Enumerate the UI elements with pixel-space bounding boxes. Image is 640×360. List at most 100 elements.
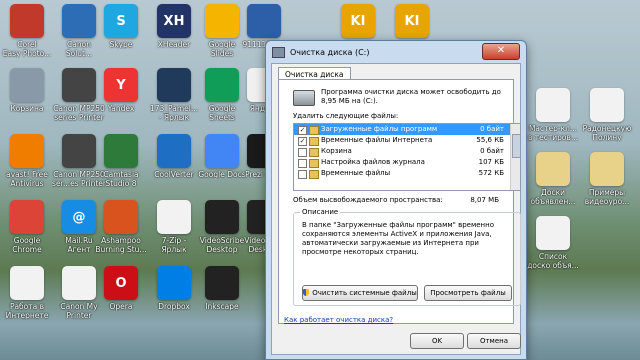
file-name: Настройка файлов журнала — [321, 158, 425, 166]
desktop-icon[interactable]: avast! Free Antivirus — [0, 134, 54, 188]
desktop-icon-image — [536, 88, 570, 122]
desktop-icon-image: S — [104, 4, 138, 38]
desktop-icon-label: 173_Pamel... - Ярлык — [149, 104, 198, 122]
cancel-button[interactable]: Отмена — [467, 333, 521, 349]
desktop-icon-image: O — [104, 266, 138, 300]
file-list-row[interactable]: ✓ Временные файлы Интернета 55,6 КБ — [294, 135, 520, 146]
file-checkbox[interactable] — [298, 170, 307, 179]
file-checkbox[interactable]: ✓ — [298, 137, 307, 146]
desktop-icon-label: Google Chrome — [12, 236, 42, 254]
file-list-row[interactable]: Настройка файлов журнала 107 КБ — [294, 157, 520, 168]
desktop-icon-image — [157, 200, 191, 234]
desktop-icon-image: Y — [104, 68, 138, 102]
desktop-icon-label: Opera — [109, 302, 133, 311]
desktop-icon-label: Skype — [109, 40, 133, 49]
file-size: 0 байт — [480, 125, 504, 133]
desktop-icon-image — [157, 68, 191, 102]
desktop-icon[interactable]: XH XHeader — [147, 4, 201, 49]
summary-text: Программа очистки диска может освободить… — [321, 88, 501, 105]
file-name: Временные файлы — [321, 169, 391, 177]
file-checkbox[interactable] — [298, 148, 307, 157]
help-link[interactable]: Как работает очистка диска? — [284, 316, 393, 324]
desktop-icon-label: Yandex — [107, 104, 135, 113]
folder-icon — [309, 170, 319, 179]
desktop-icon-image — [10, 68, 44, 102]
folder-icon — [309, 126, 319, 135]
desktop-icon[interactable]: Работа в Интернете — [0, 266, 54, 320]
desktop-icon[interactable]: O Opera — [94, 266, 148, 311]
desktop-icon-image — [10, 134, 44, 168]
folder-icon — [309, 148, 319, 157]
desktop-icon-label: Corel Easy Photo... — [2, 40, 52, 58]
total-space-label: Объем высвобождаемого пространства: — [293, 196, 443, 204]
desktop-icon[interactable]: Dropbox — [147, 266, 201, 311]
desktop-icon[interactable]: Радонецкую Полину — [580, 88, 634, 142]
file-size: 107 КБ — [478, 158, 504, 166]
file-name: Загруженные файлы программ — [321, 125, 438, 133]
file-size: 572 КБ — [478, 169, 504, 177]
description-text: В папке "Загруженные файлы программ" вре… — [302, 221, 494, 256]
desktop-icon[interactable]: Корзина — [0, 68, 54, 113]
desktop-icon[interactable]: Corel Easy Photo... — [0, 4, 54, 58]
file-list-row[interactable]: ✓ Загруженные файлы программ 0 байт — [294, 124, 520, 135]
total-space-value: 8,07 МБ — [470, 196, 499, 204]
folder-icon — [309, 159, 319, 168]
desktop-icon-image: XH — [157, 4, 191, 38]
desktop-icon-image — [590, 88, 624, 122]
file-size: 0 байт — [480, 147, 504, 155]
desktop-icon[interactable]: Camtasia Studio 8 — [94, 134, 148, 188]
desktop-icon-image — [205, 4, 239, 38]
file-checkbox[interactable] — [298, 159, 307, 168]
desktop-icon-image — [205, 266, 239, 300]
desktop-icon-label: Мастер-кл... в тестиров... — [527, 124, 579, 142]
clean-system-files-label: Очистить системные файлы — [312, 289, 417, 297]
description-group: Описание В папке "Загруженные файлы прог… — [293, 208, 521, 306]
desktop-icon[interactable]: 173_Pamel... - Ярлык — [147, 68, 201, 122]
file-list-row[interactable]: Временные файлы 572 КБ — [294, 168, 520, 179]
disk-cleanup-dialog: Очистка диска (C:) ✕ Очистка диска Прогр… — [265, 40, 527, 360]
desktop-icon-image — [205, 134, 239, 168]
ok-button[interactable]: OK — [410, 333, 464, 349]
desktop-icon[interactable]: Ashampoo Burning Stu... — [94, 200, 148, 254]
desktop-icon-label: Корзина — [10, 104, 44, 113]
file-checkbox[interactable]: ✓ — [298, 126, 307, 135]
desktop-icon[interactable]: Доски объявлен... — [526, 152, 580, 206]
desktop-icon-image — [205, 68, 239, 102]
desktop-icon-image — [10, 266, 44, 300]
desktop-icon-image — [104, 200, 138, 234]
view-files-button[interactable]: Просмотреть файлы — [424, 285, 512, 301]
desktop-icon-image — [590, 152, 624, 186]
desktop-icon[interactable]: Y Yandex — [94, 68, 148, 113]
scrollbar-thumb[interactable] — [512, 134, 520, 158]
file-list-scrollbar[interactable] — [510, 124, 520, 190]
disk-cleanup-icon — [272, 46, 285, 58]
file-list[interactable]: ✓ Загруженные файлы программ 0 байт ✓ Времен… — [293, 123, 521, 191]
desktop-icon[interactable]: 7-Zip - Ярлык — [147, 200, 201, 254]
desktop-icon-image: KI — [341, 4, 375, 38]
desktop-icon-image — [62, 68, 96, 102]
desktop-icon-image — [10, 4, 44, 38]
desktop-icon-label: CoolVerter — [154, 170, 194, 179]
desktop-icon-image — [536, 152, 570, 186]
file-name: Корзина — [321, 147, 352, 155]
desktop-icon-image — [62, 4, 96, 38]
file-list-row[interactable]: Корзина 0 байт — [294, 146, 520, 157]
desktop-icon[interactable]: Список доско объя... — [526, 216, 580, 270]
desktop-icon[interactable]: CoolVerter — [147, 134, 201, 179]
desktop-icon[interactable]: Примеры видеоуро... — [580, 152, 634, 206]
desktop-icon[interactable]: Мастер-кл... в тестиров... — [526, 88, 580, 142]
clean-system-files-button[interactable]: Очистить системные файлы — [302, 285, 418, 301]
uac-shield-icon — [303, 289, 310, 296]
desktop-icon[interactable]: Inkscape — [195, 266, 249, 311]
desktop-icon[interactable]: S Skype — [94, 4, 148, 49]
close-button[interactable]: ✕ — [482, 43, 520, 60]
desktop-icon-label: Примеры видеоуро... — [584, 188, 630, 206]
window-title: Очистка диска (C:) — [290, 47, 370, 57]
desktop-icon-image — [62, 266, 96, 300]
desktop-icon-label: Camtasia Studio 8 — [103, 170, 139, 188]
desktop-icon-image: KI — [395, 4, 429, 38]
desktop-icon[interactable]: Google Chrome — [0, 200, 54, 254]
desktop-icon-label: Inkscape — [205, 302, 239, 311]
dialog-client: Очистка диска Программа очистки диска мо… — [271, 63, 521, 355]
desktop-icon-label: Ashampoo Burning Stu... — [95, 236, 147, 254]
